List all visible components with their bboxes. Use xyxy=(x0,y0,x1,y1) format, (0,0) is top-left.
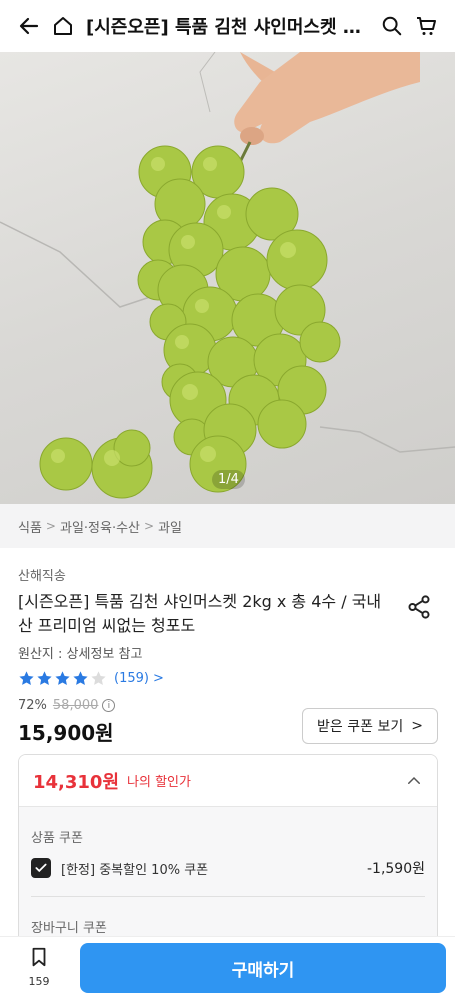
search-icon[interactable] xyxy=(375,9,409,43)
review-count[interactable]: (159) xyxy=(114,671,149,686)
coupon-label: [한정] 중복할인 10% 쿠폰 xyxy=(61,862,209,878)
coupon-amount: -1,590원 xyxy=(366,861,425,877)
chevron-up-icon[interactable] xyxy=(405,772,423,790)
buy-button[interactable]: 구매하기 xyxy=(80,943,446,993)
star-icon xyxy=(73,671,88,685)
product-title: [시즌오픈] 특품 김천 샤인머스켓 2kg x 총 4수 / 국내산 프리미엄… xyxy=(18,592,382,635)
star-icon xyxy=(19,671,34,685)
product-coupon-title: 상품 쿠폰 xyxy=(31,831,83,846)
coupon-button-label: 받은 쿠폰 보기 xyxy=(317,719,404,735)
header-title: [시즌오픈] 특품 김천 샤인머스켓 2kg x 총 4수 / 국내산 프리미엄… xyxy=(86,17,369,38)
my-discount-price: 14,310원 xyxy=(33,771,120,793)
breadcrumb: 식품 > 과일·정육·수산 > 과일 xyxy=(0,504,455,548)
rating[interactable]: (159) > xyxy=(18,670,164,687)
coupon-row[interactable]: [한정] 중복할인 10% 쿠폰 -1,590원 xyxy=(31,858,425,878)
chevron-right-icon: > xyxy=(152,671,164,686)
discount-row: 72% 58,000 i xyxy=(18,698,116,713)
star-icon xyxy=(55,671,70,685)
star-empty-icon xyxy=(91,671,106,685)
discount-panel-header[interactable]: 14,310원 나의 할인가 xyxy=(19,755,437,807)
star-icon xyxy=(37,671,52,685)
wishlist-button[interactable]: 159 xyxy=(22,945,56,988)
chevron-right-icon: > xyxy=(411,718,423,734)
chevron-right-icon: > xyxy=(144,519,155,533)
bottom-action-bar: 159 구매하기 xyxy=(0,936,455,1000)
wishlist-count: 159 xyxy=(28,975,50,988)
discount-percent: 72% xyxy=(18,698,47,713)
cart-coupon-title: 장바구니 쿠폰 xyxy=(31,921,107,936)
view-coupons-button[interactable]: 받은 쿠폰 보기 > xyxy=(302,708,438,744)
bookmark-icon xyxy=(32,947,46,967)
original-price: 58,000 xyxy=(52,698,99,713)
breadcrumb-item[interactable]: 과일·정육·수산 xyxy=(60,517,140,536)
cart-icon[interactable] xyxy=(409,9,443,43)
top-header: [시즌오픈] 특품 김천 샤인머스켓 2kg x 총 4수 / 국내산 프리미엄… xyxy=(0,0,455,52)
breadcrumb-item[interactable]: 과일 xyxy=(158,517,182,536)
share-icon[interactable] xyxy=(406,594,436,624)
origin-info: 원산지 : 상세정보 참고 xyxy=(18,647,143,662)
seller-name[interactable]: 산해직송 xyxy=(18,565,66,584)
info-icon[interactable]: i xyxy=(102,699,116,712)
back-arrow-icon[interactable] xyxy=(12,9,46,43)
product-image[interactable]: 1/4 xyxy=(0,52,455,504)
breadcrumb-item[interactable]: 식품 xyxy=(18,517,42,536)
my-discount-label: 나의 할인가 xyxy=(127,775,191,790)
home-icon[interactable] xyxy=(46,9,80,43)
checkbox-checked-icon[interactable] xyxy=(31,858,51,878)
chevron-right-icon: > xyxy=(45,519,56,533)
grape-illustration xyxy=(0,52,455,499)
sale-price: 15,900원 xyxy=(18,721,114,745)
image-counter: 1/4 xyxy=(212,470,245,489)
